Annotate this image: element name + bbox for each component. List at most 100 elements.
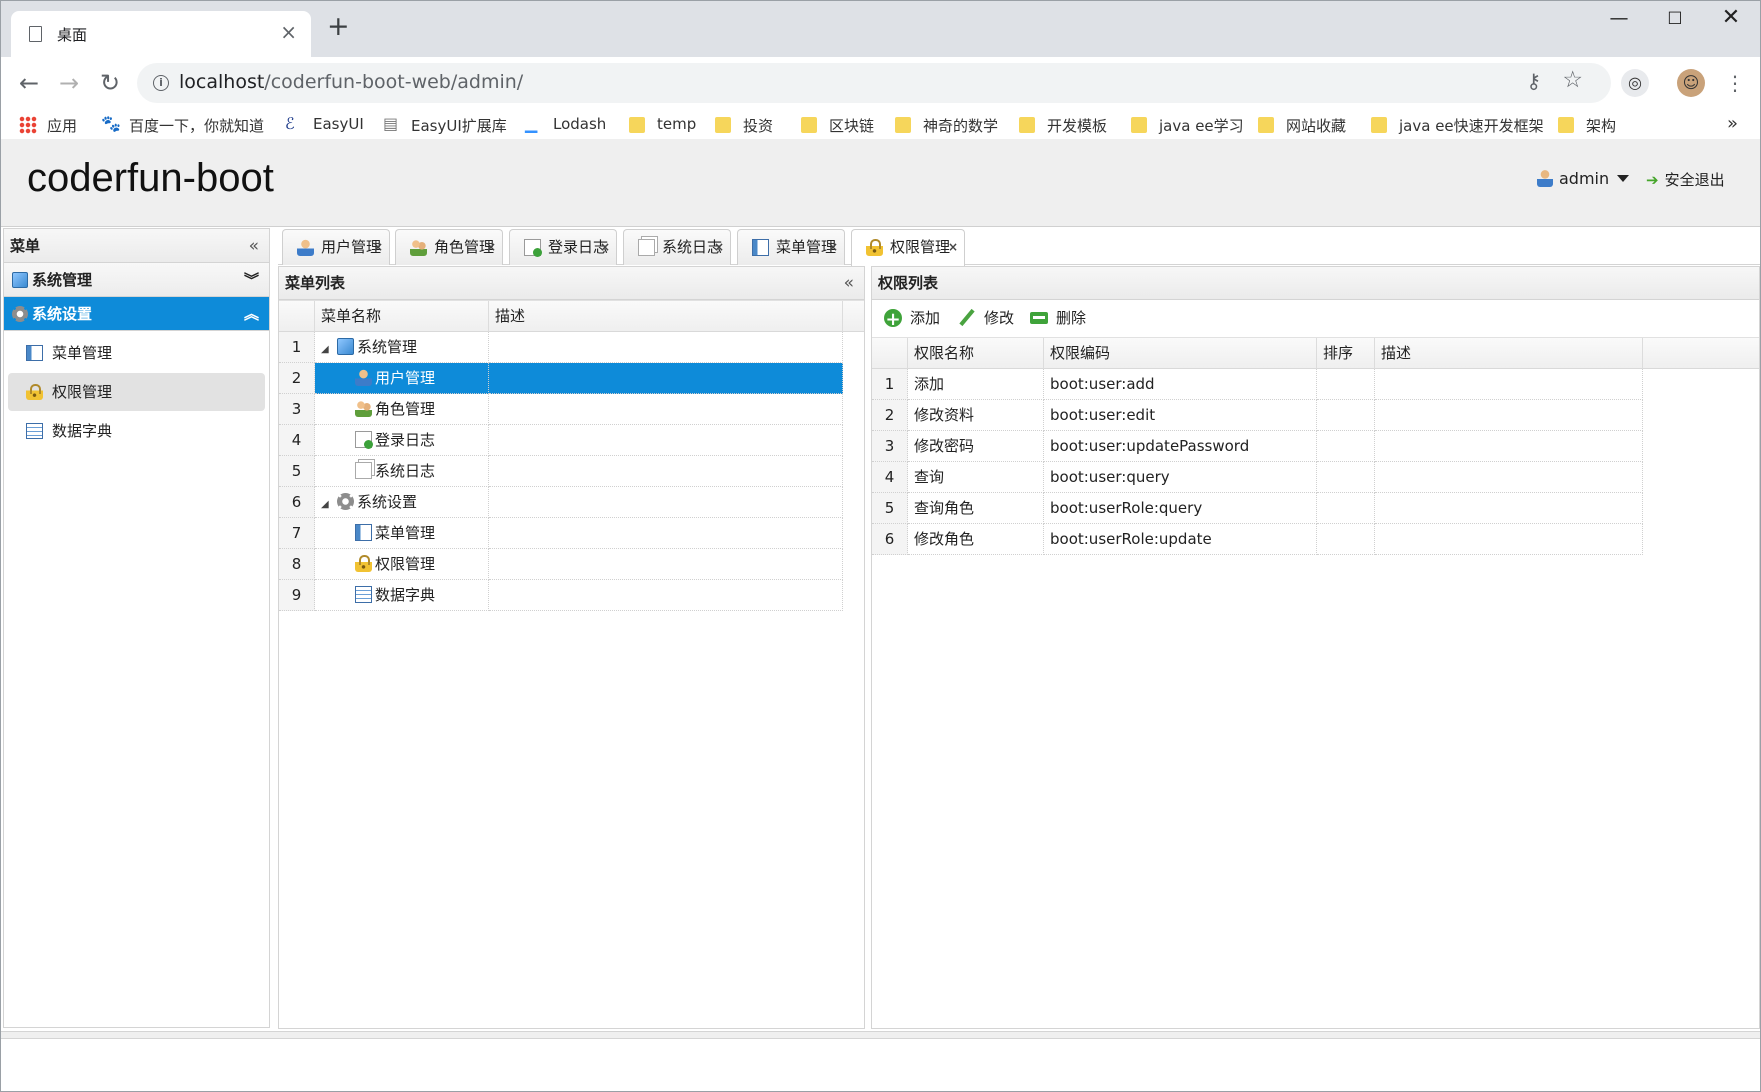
perm-sort-cell: [1317, 431, 1375, 462]
user-name: admin: [1559, 169, 1610, 188]
avatar[interactable]: ☺: [1677, 69, 1705, 97]
perm-code-cell: boot:userRole:update: [1044, 524, 1317, 555]
close-tab-icon[interactable]: ×: [828, 230, 838, 264]
west-panel-header: 菜单 «: [4, 229, 269, 263]
close-tab-icon[interactable]: ×: [948, 230, 958, 264]
tab-permission-management[interactable]: 权限管理 ×: [851, 229, 965, 266]
tab-menu-management[interactable]: 菜单管理 ×: [737, 229, 845, 265]
sidebar-item-data-dictionary[interactable]: 数据字典: [8, 412, 265, 450]
address-bar[interactable]: i localhost/coderfun-boot-web/admin/ ⚷ ☆: [137, 63, 1611, 103]
menu-name-cell[interactable]: 登录日志: [315, 425, 489, 456]
tab-user-management[interactable]: 用户管理 ×: [282, 229, 390, 265]
bookmark-item[interactable]: temp: [629, 115, 696, 137]
home-icon: [12, 272, 28, 288]
maximize-button[interactable]: ☐: [1652, 9, 1698, 29]
row-number: 4: [872, 462, 908, 493]
bookmark-item[interactable]: 区块链: [801, 115, 874, 137]
chevron-down-icon: [1617, 175, 1630, 182]
bookmark-item[interactable]: 应用: [19, 115, 77, 137]
column-header[interactable]: 描述: [489, 301, 843, 332]
bookmark-item[interactable]: java ee快速开发框架: [1371, 115, 1544, 137]
close-tab-icon[interactable]: ×: [280, 20, 297, 44]
menu-name-cell[interactable]: ◢ 系统设置: [315, 487, 489, 518]
bookmark-label: 网站收藏: [1286, 117, 1347, 135]
app-footer: [1, 1031, 1760, 1039]
menu-list-title: 菜单列表: [285, 274, 346, 292]
menu-name-cell[interactable]: 权限管理: [315, 549, 489, 580]
bookmark-item[interactable]: 投资: [715, 115, 773, 137]
reload-button[interactable]: ↻: [92, 65, 128, 101]
menu-name-cell[interactable]: 菜单管理: [315, 518, 489, 549]
minimize-button[interactable]: —: [1596, 7, 1642, 29]
sidebar-item-menu-management[interactable]: 菜单管理: [8, 334, 265, 372]
permission-list-header: 权限列表: [872, 267, 1759, 300]
close-tab-icon[interactable]: ×: [486, 230, 496, 264]
browser-tab[interactable]: 桌面 ×: [11, 11, 311, 57]
tree-expanded-icon[interactable]: ◢: [321, 334, 337, 362]
menu-name-cell[interactable]: 角色管理: [315, 394, 489, 425]
more-bookmarks-icon[interactable]: »: [1727, 113, 1738, 134]
menu-name-cell[interactable]: 用户管理: [315, 363, 489, 394]
tab-role-management[interactable]: 角色管理 ×: [395, 229, 503, 265]
column-header[interactable]: 排序: [1317, 338, 1375, 369]
bookmark-item[interactable]: ℰ EasyUI: [285, 114, 364, 137]
extension-icon[interactable]: ◎: [1621, 69, 1649, 97]
close-tab-icon[interactable]: ×: [600, 230, 610, 264]
expand-down-icon[interactable]: ︾: [244, 263, 259, 297]
content-tabs: 用户管理 × 角色管理 × 登录日志 × 系统日志 × 菜单管理 × 权限管理 ×: [278, 228, 1760, 266]
bookmark-item[interactable]: 🐾 百度一下，你就知道: [101, 114, 264, 137]
bookmark-item[interactable]: 网站收藏: [1258, 115, 1346, 137]
delete-button[interactable]: 删除: [1030, 303, 1086, 333]
column-header[interactable]: 菜单名称: [315, 301, 489, 332]
bookmark-item[interactable]: 开发模板: [1019, 115, 1107, 137]
tab-login-log[interactable]: 登录日志 ×: [509, 229, 617, 265]
collapse-left-icon[interactable]: «: [249, 229, 259, 263]
logout-button[interactable]: ➔ 安全退出: [1646, 169, 1725, 190]
folder-icon: [801, 117, 817, 133]
collapse-left-icon[interactable]: «: [844, 267, 854, 300]
collapse-up-icon[interactable]: ︽: [244, 297, 259, 331]
forward-button[interactable]: →: [51, 65, 87, 101]
accordion-system-settings[interactable]: 系统设置 ︽: [4, 297, 269, 331]
column-header[interactable]: 权限编码: [1044, 338, 1317, 369]
new-tab-button[interactable]: +: [327, 13, 350, 40]
edit-button[interactable]: 修改: [958, 303, 1014, 333]
pencil-icon: [958, 309, 976, 327]
bookmark-label: java ee快速开发框架: [1399, 117, 1544, 135]
row-number: 3: [279, 394, 315, 425]
sidebar-item-permission-management[interactable]: 权限管理: [8, 373, 265, 411]
accordion-label: 系统设置: [32, 305, 93, 323]
user-menu[interactable]: admin: [1537, 169, 1630, 188]
perm-sort-cell: [1317, 493, 1375, 524]
key-icon[interactable]: ⚷: [1526, 69, 1541, 93]
bookmark-label: 开发模板: [1047, 117, 1108, 135]
perm-desc-cell: [1375, 493, 1643, 524]
info-icon[interactable]: i: [153, 75, 169, 91]
more-menu-icon[interactable]: ⋮: [1717, 65, 1753, 101]
tab-label: 权限管理: [890, 238, 951, 256]
lock-icon: [26, 384, 43, 400]
accordion-system-management[interactable]: 系统管理 ︾: [4, 263, 269, 297]
bookmark-item[interactable]: ▤ EasyUI扩展库: [383, 114, 507, 137]
easyui-icon: ℰ: [285, 114, 295, 133]
close-tab-icon[interactable]: ×: [714, 230, 724, 264]
add-button[interactable]: 添加: [884, 303, 940, 335]
bookmark-star-icon[interactable]: ☆: [1562, 67, 1583, 93]
bookmark-item[interactable]: 架构: [1558, 115, 1616, 137]
bookmark-item[interactable]: 神奇的数学: [895, 115, 998, 137]
add-icon: [884, 305, 902, 335]
menu-name-cell[interactable]: 数据字典: [315, 580, 489, 611]
close-tab-icon[interactable]: ×: [373, 230, 383, 264]
folder-icon: [895, 117, 911, 133]
back-button[interactable]: ←: [11, 65, 47, 101]
tab-system-log[interactable]: 系统日志 ×: [623, 229, 731, 265]
column-header[interactable]: 权限名称: [908, 338, 1044, 369]
menu-name-cell[interactable]: 系统日志: [315, 456, 489, 487]
bookmark-item[interactable]: java ee学习: [1131, 115, 1244, 137]
bookmark-item[interactable]: ▁ Lodash: [525, 114, 606, 137]
tree-expanded-icon[interactable]: ◢: [321, 489, 337, 517]
menu-name-cell[interactable]: ◢ 系统管理: [315, 332, 489, 363]
lodash-icon: ▁: [525, 114, 538, 133]
column-header[interactable]: 描述: [1375, 338, 1643, 369]
close-window-button[interactable]: ✕: [1708, 5, 1754, 30]
